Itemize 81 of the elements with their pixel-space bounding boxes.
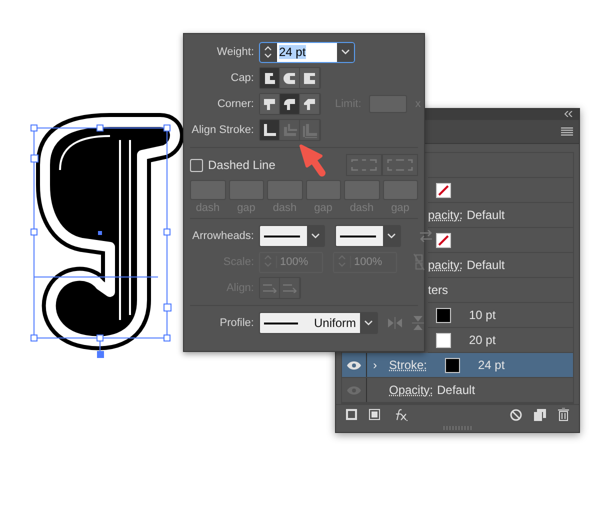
appearance-row[interactable]: Opacity: Default [342, 378, 573, 404]
attribute-value: Default [466, 258, 505, 272]
arrowhead-dropdown[interactable] [335, 225, 401, 247]
spinner-arrows-icon[interactable] [263, 44, 273, 60]
cap-butt-icon [262, 70, 277, 86]
line-preview-icon [340, 234, 376, 238]
color-swatch[interactable] [436, 308, 451, 323]
corner-button[interactable] [260, 94, 280, 114]
characters-heading: ters [428, 283, 448, 298]
appearance-row[interactable]: › Stroke: 24 pt [342, 353, 573, 378]
align-outside-icon [302, 122, 317, 138]
new-stroke-icon[interactable] [346, 409, 357, 420]
attribute-value: 20 pt [469, 333, 496, 348]
corner-label: Corner: [216, 98, 254, 110]
duplicate-icon[interactable] [534, 408, 546, 421]
attribute-value: 24 pt [478, 358, 505, 372]
arrowheads-label: Arrowheads: [191, 230, 254, 242]
profile-value: Uniform [314, 316, 356, 330]
menu-icon[interactable] [561, 126, 573, 136]
appearance-row[interactable]: 10 pt [428, 303, 573, 328]
profile-label: Profile: [218, 317, 254, 329]
dash-field[interactable] [382, 180, 418, 200]
cap-label: Cap: [230, 72, 254, 84]
attribute-value: Default [466, 208, 505, 222]
dashed-line-label: Dashed Line [208, 158, 276, 172]
dash-pattern-icon [351, 159, 377, 171]
clear-icon[interactable] [510, 408, 522, 421]
corner-miter-icon [262, 96, 277, 112]
appearance-row[interactable]: ters [428, 278, 573, 304]
chevron-down-icon [311, 233, 320, 239]
chevron-down-icon [364, 320, 373, 326]
new-fill-icon[interactable] [369, 409, 380, 420]
attribute-label[interactable]: Opacity: [389, 383, 433, 398]
align-inside-icon [282, 122, 297, 138]
color-swatch[interactable] [436, 332, 451, 348]
arrow-align-icon [282, 283, 296, 293]
corner-button[interactable] [280, 94, 300, 114]
arrow-align-icon [262, 283, 276, 293]
appearance-row[interactable]: pacity: Default [428, 253, 573, 278]
profile-dropdown[interactable]: Uniform [259, 312, 378, 334]
attribute-value: 10 pt [469, 308, 496, 322]
corner-button[interactable] [300, 94, 320, 114]
dash-field[interactable] [267, 180, 302, 200]
resize-grip-icon[interactable] [442, 426, 472, 430]
expand-toggle[interactable]: › [367, 358, 383, 372]
cap-button[interactable] [260, 68, 280, 88]
selection-box[interactable] [30, 124, 172, 358]
corner-bevel-icon [302, 96, 317, 112]
line-preview-icon [264, 322, 298, 324]
pointer-arrow [300, 144, 326, 176]
trash-icon[interactable] [558, 408, 569, 422]
limit-field[interactable] [369, 95, 408, 113]
line-preview-icon [264, 234, 300, 238]
dashed-line-checkbox[interactable] [190, 158, 203, 172]
dash-field[interactable] [306, 180, 341, 200]
cap-button[interactable] [280, 68, 300, 88]
attribute-label[interactable]: Stroke: [389, 358, 433, 372]
chevron-down-icon [387, 233, 396, 239]
align-stroke-label: Align Stroke: [190, 124, 254, 136]
appearance-row[interactable]: pacity: Default [428, 203, 573, 228]
chevron-down-icon [341, 49, 350, 55]
attribute-value: Default [437, 383, 476, 398]
collapse-icon[interactable] [564, 111, 573, 118]
visibility-eye-icon[interactable] [347, 360, 361, 370]
attribute-label[interactable]: pacity: [428, 208, 463, 222]
cap-button[interactable] [300, 68, 320, 88]
no-fill-swatch[interactable] [436, 232, 451, 248]
align-center-icon [262, 122, 277, 138]
weight-field[interactable]: 24 pt [259, 42, 355, 62]
weight-label: Weight: [216, 46, 254, 58]
arrowhead-dropdown[interactable] [259, 225, 325, 247]
dash-field[interactable] [344, 180, 380, 200]
corner-round-icon [282, 96, 297, 112]
align-button[interactable] [260, 120, 280, 140]
dash-field[interactable] [228, 180, 264, 200]
attribute-label[interactable]: pacity: [428, 258, 463, 272]
dash-pattern-icon [387, 159, 413, 171]
cap-round-icon [282, 70, 297, 86]
no-fill-swatch[interactable] [436, 182, 451, 198]
dash-field[interactable] [190, 180, 226, 200]
color-swatch[interactable] [445, 358, 460, 373]
